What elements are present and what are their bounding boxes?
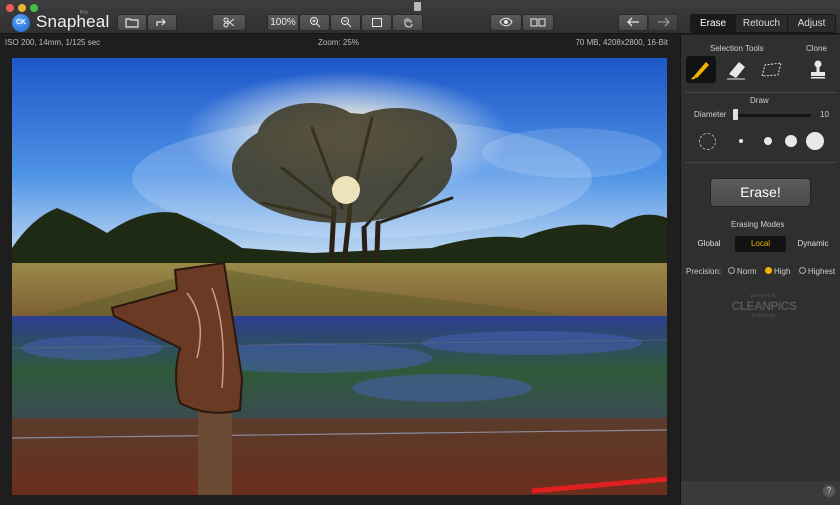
toolbar: CK Snapheal Pro 100% Erase Retouch Adjus… <box>0 0 840 34</box>
undo-button[interactable] <box>618 14 648 31</box>
tools-panel: Selection Tools Clone Draw Diameter 10 E… <box>680 35 840 505</box>
mode-dynamic[interactable]: Dynamic <box>788 236 838 252</box>
hand-tool-button[interactable] <box>392 14 423 31</box>
panel-footer <box>681 481 840 505</box>
brush-hardness-icon[interactable] <box>699 133 716 150</box>
selection-tools-title: Selection Tools <box>710 44 764 53</box>
diameter-slider[interactable] <box>735 114 811 117</box>
brush-size-m[interactable] <box>785 135 797 147</box>
erasing-modes: Global Local Dynamic <box>681 236 840 252</box>
diameter-value: 10 <box>820 110 829 119</box>
photo-canvas[interactable] <box>12 58 667 495</box>
tab-erase[interactable]: Erase <box>691 15 735 32</box>
cleanpics-logo: powered by CLEANPICS technology <box>729 293 799 319</box>
mode-tabs: Erase Retouch Adjust <box>690 14 836 33</box>
precision-high-radio[interactable] <box>765 267 772 274</box>
erasing-modes-title: Erasing Modes <box>731 220 785 229</box>
info-bar: ISO 200, 14mm, 1/125 sec Zoom: 25% 70 MB… <box>0 35 680 51</box>
file-info: 70 MB, 4208x2800, 16-Bit <box>575 38 668 47</box>
precision-label: Precision: <box>686 267 722 276</box>
zoom-100-button[interactable]: 100% <box>267 14 299 31</box>
precision-norm-label: Norm <box>737 267 757 276</box>
tab-adjust[interactable]: Adjust <box>787 15 835 32</box>
zoom-window-button[interactable] <box>30 4 38 12</box>
watermark-sub: technology <box>751 313 777 319</box>
redo-icon <box>657 17 670 27</box>
app-name: Snapheal <box>36 12 110 31</box>
crop-button[interactable] <box>212 14 246 31</box>
app-edition: Pro <box>80 10 88 16</box>
stamp-icon <box>811 60 825 79</box>
diameter-label: Diameter <box>694 110 727 119</box>
precision-high-label: High <box>774 267 791 276</box>
fit-screen-icon <box>371 18 382 27</box>
close-window-button[interactable] <box>6 4 14 12</box>
undo-icon <box>626 17 639 27</box>
compare-icon <box>530 18 546 27</box>
watermark-big: CLEANPICS <box>731 299 797 313</box>
diameter-slider-handle[interactable] <box>733 109 738 120</box>
eye-icon <box>499 17 513 27</box>
precision-highest-label: Highest <box>808 267 836 276</box>
open-button[interactable] <box>117 14 147 31</box>
document-icon <box>414 2 421 11</box>
app-logo: CK <box>12 14 30 32</box>
brush-size-xs[interactable] <box>739 139 743 143</box>
landscape-photo <box>12 58 667 495</box>
clone-title: Clone <box>806 44 827 53</box>
zoom-in-button[interactable] <box>299 14 330 31</box>
zoom-info: Zoom: 25% <box>318 38 359 47</box>
lasso-icon <box>761 62 782 77</box>
brush-size-s[interactable] <box>764 137 772 145</box>
share-icon <box>156 18 166 26</box>
eraser-icon <box>727 62 745 80</box>
hand-icon <box>404 18 412 28</box>
eraser-tool-button[interactable] <box>721 56 751 83</box>
compare-button[interactable] <box>522 14 554 31</box>
fit-screen-button[interactable] <box>361 14 392 31</box>
share-button[interactable] <box>147 14 177 31</box>
help-button[interactable]: ? <box>823 485 835 497</box>
redo-button[interactable] <box>648 14 678 31</box>
precision-highest-radio[interactable] <box>799 267 806 274</box>
lasso-tool-button[interactable] <box>756 56 786 83</box>
minimize-window-button[interactable] <box>18 4 26 12</box>
scissors-icon <box>223 17 235 28</box>
clone-stamp-button[interactable] <box>803 56 833 83</box>
draw-title: Draw <box>750 96 769 105</box>
exif-info: ISO 200, 14mm, 1/125 sec <box>5 38 101 47</box>
tab-retouch[interactable]: Retouch <box>735 15 787 32</box>
zoom-out-button[interactable] <box>330 14 361 31</box>
zoom-out-icon <box>340 17 351 28</box>
preview-button[interactable] <box>490 14 522 31</box>
brush-size-l[interactable] <box>806 132 824 150</box>
erase-button[interactable]: Erase! <box>710 178 811 207</box>
brush-tool-button[interactable] <box>686 56 716 83</box>
brush-icon <box>691 62 709 80</box>
zoom-in-icon <box>309 17 320 28</box>
folder-icon <box>125 18 139 28</box>
mode-local[interactable]: Local <box>735 236 786 252</box>
mode-global[interactable]: Global <box>685 236 733 252</box>
precision-norm-radio[interactable] <box>728 267 735 274</box>
